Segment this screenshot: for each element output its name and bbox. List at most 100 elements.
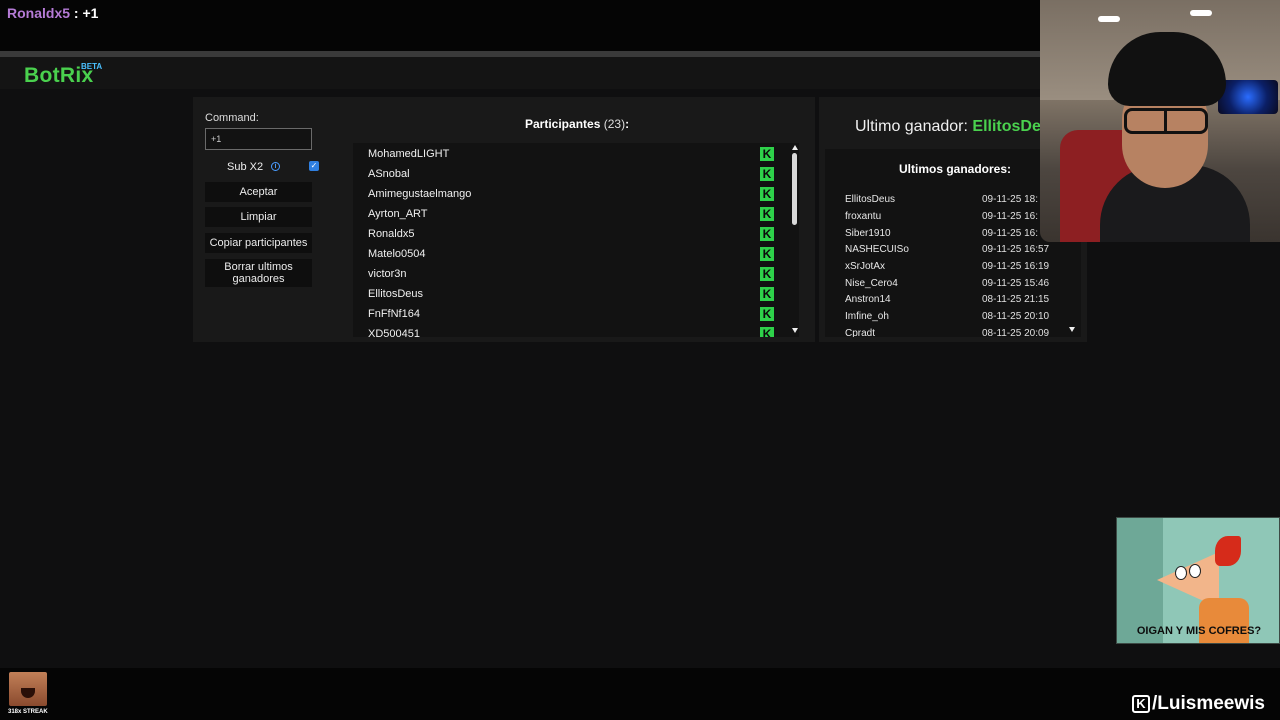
participant-name: Ronaldx5 [368,228,415,240]
chat-text: +1 [82,5,99,21]
copy-participants-button[interactable]: Copiar participantes [205,233,312,253]
winner-name: NASHECUISo [845,244,909,255]
ceiling-light [1190,10,1212,16]
list-item: Ronaldx5 K [353,224,783,244]
list-item: victor3n K [353,264,783,284]
list-item: XD500451 K [353,324,783,337]
kick-icon: K [760,267,774,281]
participants-heading: Participantes [525,117,601,131]
list-item: EllitosDeus K [353,284,783,304]
beta-badge: BETA [81,62,103,71]
participants-count: (23) [603,117,626,131]
list-item: Matelo0504 K [353,244,783,264]
channel-handle: K/Luismeewis [1132,693,1265,715]
winner-name: Nise_Cero4 [845,278,898,289]
participant-name: victor3n [368,268,407,280]
winner-row: xSrJotAx 09-11-25 16:19 [825,259,1065,275]
chat-separator: : [70,5,83,21]
winner-date: 08-11-25 21:15 [982,294,1050,305]
list-item: FnFfNf164 K [353,304,783,324]
giveaway-panel: Command: Sub X2 i ✓ Aceptar Limpiar Copi… [193,97,815,342]
scroll-up-arrow-icon[interactable] [792,145,798,150]
participant-name: ASnobal [368,168,410,180]
delete-winners-line1: Borrar ultimos [224,261,293,273]
winner-date: 09-11-25 16: [982,228,1038,239]
participants-list[interactable]: MohamedLIGHT K ASnobal K Amimegustaelman… [353,143,799,337]
winners-scroll-down-arrow-icon[interactable] [1069,327,1075,332]
accept-button[interactable]: Aceptar [205,182,312,202]
kick-icon: K [760,247,774,261]
participant-name: EllitosDeus [368,288,424,300]
winner-row: Anstron14 08-11-25 21:15 [825,292,1065,308]
winner-date: 09-11-25 18: [982,194,1038,205]
participants-title: Participantes (23): [525,117,629,131]
kick-icon: K [760,307,774,321]
streak-emote [9,672,47,706]
winner-row: Imfine_oh 08-11-25 20:10 [825,309,1065,325]
winner-name: Imfine_oh [845,311,889,322]
winner-row: Siber1910 09-11-25 16: [825,226,1065,242]
winner-date: 09-11-25 16: [982,211,1038,222]
winner-date: 09-11-25 16:57 [982,244,1050,255]
list-item: MohamedLIGHT K [353,144,783,164]
scroll-thumb[interactable] [792,153,797,225]
winner-row: Nise_Cero4 09-11-25 15:46 [825,276,1065,292]
stream-bottom-bar: 318x STREAK K/Luismeewis [0,668,1280,720]
participant-name: XD500451 [368,328,420,337]
kick-icon: K [760,167,774,181]
winner-name: Siber1910 [845,228,891,239]
kick-icon: K [760,187,774,201]
winner-row: NASHECUISo 09-11-25 16:57 [825,242,1065,258]
sub-x2-label: Sub X2 [227,161,264,173]
streak-label: 318x STREAK [8,709,48,715]
sub-x2-checkbox[interactable]: ✓ [309,161,319,171]
list-item: Amimegustaelmango K [353,184,783,204]
last-winner: Ultimo ganador: EllitosDeus [855,118,1060,136]
command-input[interactable] [205,128,312,150]
webcam-overlay [1040,0,1280,242]
winner-name: Anstron14 [845,294,891,305]
kick-icon: K [760,227,774,241]
meme-caption: OIGAN Y MIS COFRES? [1136,625,1262,637]
winner-row: Cpradt 08-11-25 20:09 [825,326,1065,337]
ceiling-light [1098,16,1120,22]
command-label: Command: [205,112,259,124]
info-icon[interactable]: i [271,162,280,171]
winner-name: froxantu [845,211,882,222]
chat-username: Ronaldx5 [7,5,71,21]
participant-name: Ayrton_ART [368,208,428,220]
kick-icon: K [760,287,774,301]
kick-icon: K [760,147,774,161]
winner-name: EllitosDeus [845,194,896,205]
stream-frame: { "chat": { "user": "Ronaldx5", "separat… [0,0,1280,720]
participant-name: MohamedLIGHT [368,148,450,160]
winners-title: Ultimos ganadores: [899,162,1012,176]
winner-date: 08-11-25 20:09 [982,328,1050,337]
cartoon-hair [1215,536,1241,566]
clear-button[interactable]: Limpiar [205,207,312,227]
chat-message: Ronaldx5 : +1 [7,5,98,21]
participants-colon: : [625,117,630,131]
winner-date: 09-11-25 16:19 [982,261,1050,272]
winner-name: Cpradt [845,328,876,337]
winner-date: 08-11-25 20:10 [982,311,1050,322]
kick-icon: K [760,327,774,337]
meme-overlay: OIGAN Y MIS COFRES? [1116,517,1280,644]
participant-name: FnFfNf164 [368,308,420,320]
winner-row: froxantu 09-11-25 16: [825,209,1065,225]
kick-icon: K [760,207,774,221]
participants-scrollbar[interactable] [791,143,799,337]
kick-logo-icon: K [1132,695,1150,713]
delete-winners-line2: ganadores [232,273,285,285]
participant-name: Matelo0504 [368,248,426,260]
sub-x2-option: Sub X2 i ✓ [205,159,320,175]
blue-light-decor [1218,80,1278,114]
delete-winners-button[interactable]: Borrar ultimos ganadores [205,259,312,287]
emote-mouth [21,688,35,698]
cartoon-body [1199,598,1249,643]
channel-name: /Luismeewis [1152,693,1265,714]
winner-row: EllitosDeus 09-11-25 18: [825,192,1065,208]
scroll-down-arrow-icon[interactable] [792,328,798,333]
last-winner-label: Ultimo ganador: [855,118,973,135]
participant-name: Amimegustaelmango [368,188,472,200]
